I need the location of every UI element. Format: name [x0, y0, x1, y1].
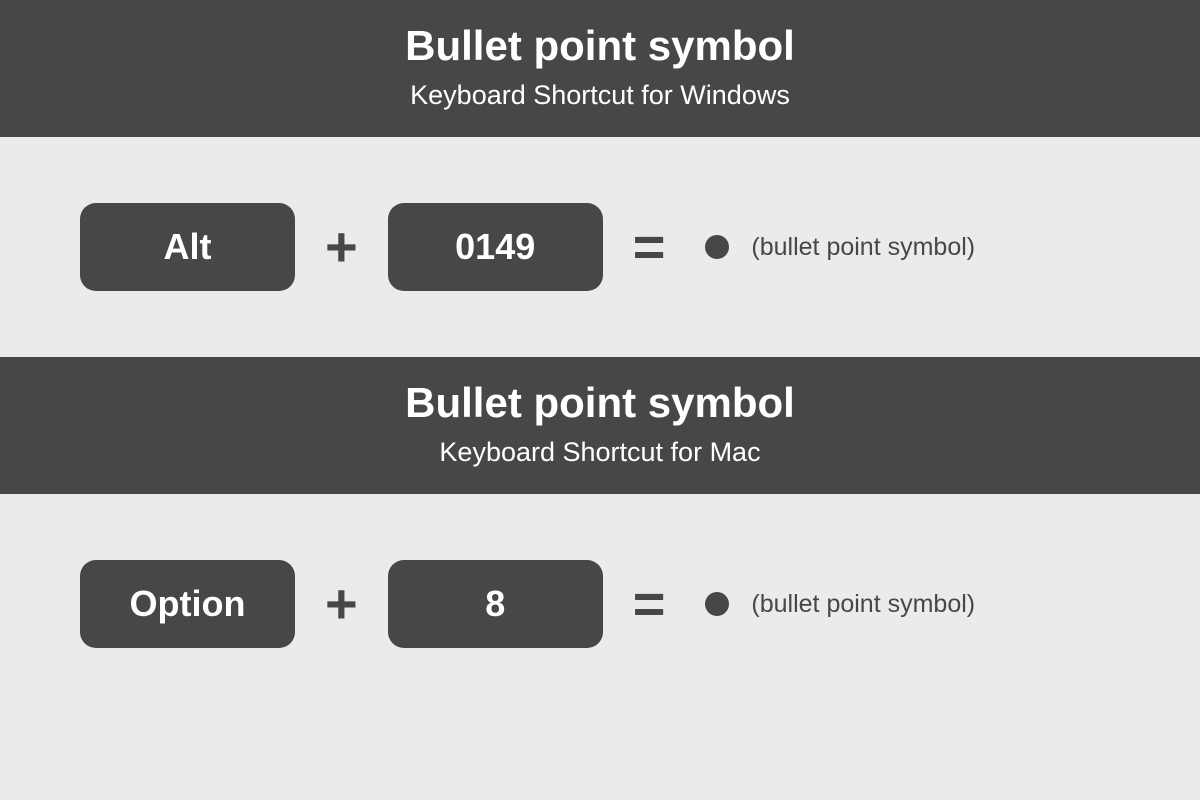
- windows-section: Bullet point symbol Keyboard Shortcut fo…: [0, 0, 1200, 357]
- mac-section: Bullet point symbol Keyboard Shortcut fo…: [0, 357, 1200, 714]
- mac-subtitle: Keyboard Shortcut for Mac: [0, 437, 1200, 468]
- key-option: Option: [80, 560, 295, 648]
- equals-icon: =: [633, 219, 666, 275]
- mac-title: Bullet point symbol: [0, 379, 1200, 427]
- windows-result: (bullet point symbol): [705, 233, 975, 262]
- key-0149: 0149: [388, 203, 603, 291]
- bullet-icon: [705, 235, 729, 259]
- windows-subtitle: Keyboard Shortcut for Windows: [0, 80, 1200, 111]
- key-8: 8: [388, 560, 603, 648]
- plus-icon: +: [325, 576, 358, 632]
- mac-content: Option + 8 = (bullet point symbol): [0, 494, 1200, 714]
- bullet-icon: [705, 592, 729, 616]
- mac-result: (bullet point symbol): [705, 590, 975, 619]
- windows-header: Bullet point symbol Keyboard Shortcut fo…: [0, 0, 1200, 137]
- mac-header: Bullet point symbol Keyboard Shortcut fo…: [0, 357, 1200, 494]
- windows-content: Alt + 0149 = (bullet point symbol): [0, 137, 1200, 357]
- plus-icon: +: [325, 219, 358, 275]
- bullet-label: (bullet point symbol): [751, 590, 975, 619]
- windows-title: Bullet point symbol: [0, 22, 1200, 70]
- key-alt: Alt: [80, 203, 295, 291]
- bullet-label: (bullet point symbol): [751, 233, 975, 262]
- equals-icon: =: [633, 576, 666, 632]
